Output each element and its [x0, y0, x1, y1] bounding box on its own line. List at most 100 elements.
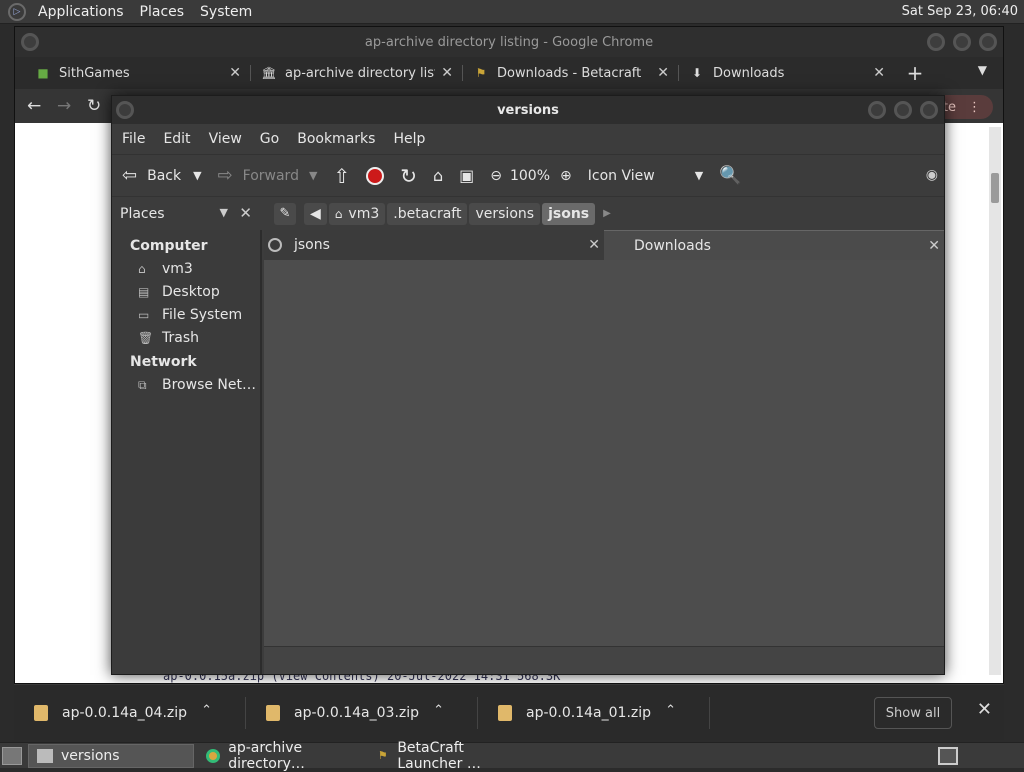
close-tab-icon[interactable]: ✕ — [928, 238, 940, 254]
search-icon[interactable]: 🔍 — [719, 165, 741, 186]
chevron-up-icon[interactable]: ⌃ — [665, 703, 676, 718]
desktop-folder-icon: ▤ — [138, 285, 150, 299]
download-item[interactable]: ap-0.0.14a_01.zip ⌃ — [478, 685, 710, 741]
breadcrumb-versions[interactable]: versions — [469, 202, 541, 225]
minimize-icon[interactable] — [927, 33, 945, 51]
close-side-pane-icon[interactable]: ✕ — [239, 204, 252, 222]
taskbar-item-chrome[interactable]: ap-archive directory… — [198, 740, 364, 772]
file-icon — [266, 704, 280, 721]
computer-icon[interactable]: ▣ — [459, 166, 474, 185]
network-icon: ⧉ — [138, 378, 147, 392]
breadcrumb-left-arrow-icon[interactable]: ◀ — [304, 202, 327, 225]
back-arrow-icon: ⇦ — [122, 165, 138, 186]
minimize-icon[interactable] — [868, 101, 886, 119]
menu-system[interactable]: System — [196, 4, 256, 20]
zoom-control[interactable]: ⊖ 100% ⊕ — [490, 168, 572, 184]
back-arrow-icon[interactable]: ← — [27, 96, 57, 116]
sidebar-item-file-system[interactable]: ▭ File System — [112, 304, 260, 327]
menu-go[interactable]: Go — [260, 131, 279, 147]
tab-label: Downloads — [713, 65, 785, 81]
close-icon[interactable]: ✕ — [977, 699, 992, 720]
reload-icon[interactable]: ↻ — [400, 164, 417, 188]
maximize-icon[interactable] — [894, 101, 912, 119]
side-pane-select[interactable]: Places ▼ ✕ — [118, 201, 256, 226]
close-icon[interactable] — [920, 101, 938, 119]
chrome-titlebar: ap-archive directory listing - Google Ch… — [15, 27, 1003, 57]
tab-close-icon[interactable]: ✕ — [441, 65, 453, 81]
panel-clock[interactable]: Sat Sep 23, 06:40 — [902, 4, 1018, 19]
window-menu-icon[interactable] — [116, 101, 134, 119]
forward-history-dropdown-icon[interactable]: ▼ — [309, 169, 317, 182]
zoom-out-icon[interactable]: ⊖ — [490, 168, 502, 184]
menu-view[interactable]: View — [209, 131, 242, 147]
pane-tab-downloads[interactable]: Downloads ✕ — [604, 230, 944, 260]
sidebar-item-vm3[interactable]: ⌂ vm3 — [112, 258, 260, 281]
tab-close-icon[interactable]: ✕ — [657, 65, 669, 81]
up-arrow-icon[interactable]: ⇧ — [333, 164, 350, 188]
pane-tab-jsons[interactable]: jsons ✕ — [264, 230, 604, 260]
sidebar-item-browse-network[interactable]: ⧉ Browse Net… — [112, 374, 260, 397]
view-mode-select[interactable]: Icon View ▼ — [588, 168, 703, 184]
show-all-button[interactable]: Show all — [874, 697, 952, 729]
new-tab-button[interactable]: + — [901, 61, 929, 85]
maximize-icon[interactable] — [953, 33, 971, 51]
file-view-area[interactable] — [264, 260, 944, 646]
window-menu-icon[interactable] — [21, 33, 39, 51]
chevron-up-icon[interactable]: ⌃ — [433, 703, 444, 718]
menu-bookmarks[interactable]: Bookmarks — [297, 131, 375, 147]
taskbar-item-versions[interactable]: versions — [28, 743, 194, 768]
breadcrumb-jsons[interactable]: jsons — [542, 202, 596, 225]
trash-icon: 🗑 — [138, 331, 154, 345]
edit-location-icon[interactable]: ✎ — [274, 202, 296, 225]
home-folder-icon[interactable]: ⌂ — [433, 166, 443, 185]
taskbar-item-betacraft[interactable]: ⚑ BetaCraft Launcher … — [368, 740, 534, 772]
breadcrumb-betacraft[interactable]: .betacraft — [387, 202, 468, 225]
chevron-up-icon[interactable]: ⌃ — [201, 703, 212, 718]
taskbar-item-label: versions — [61, 747, 120, 764]
menu-help[interactable]: Help — [393, 131, 425, 147]
tab-sithgames[interactable]: ■ SithGames ✕ — [25, 57, 251, 89]
download-item[interactable]: ap-0.0.14a_04.zip ⌃ — [14, 685, 246, 741]
sidebar-heading-network: Network — [130, 354, 197, 370]
location-bar: Places ▼ ✕ ✎ ◀ ⌂ vm3 .betacraft versions… — [112, 196, 944, 230]
breadcrumb-right-arrow-icon[interactable]: ▶ — [597, 203, 617, 225]
tab-close-icon[interactable]: ✕ — [229, 65, 241, 81]
close-icon[interactable] — [979, 33, 997, 51]
menu-places[interactable]: Places — [136, 4, 189, 20]
menu-file[interactable]: File — [122, 131, 145, 147]
sidebar-item-label: File System — [162, 307, 243, 323]
tab-ap-archive[interactable]: 🏛 ap-archive directory listin ✕ — [251, 57, 463, 89]
forward-arrow-icon[interactable]: → — [57, 96, 87, 116]
back-history-dropdown-icon[interactable]: ▼ — [193, 169, 201, 182]
tab-search-chevron-icon[interactable]: ▼ — [978, 63, 987, 77]
show-desktop-icon[interactable] — [2, 746, 22, 765]
tab-betacraft-downloads[interactable]: ⚑ Downloads - Betacraft ✕ — [463, 57, 679, 89]
breadcrumb-vm3[interactable]: ⌂ vm3 — [328, 202, 386, 225]
page-scrollbar[interactable] — [989, 127, 1001, 675]
file-icon — [498, 704, 512, 721]
menu-applications[interactable]: Applications — [34, 4, 128, 20]
file-panes: jsons ✕ Downloads ✕ — [264, 230, 944, 674]
view-mode-label: Icon View — [587, 167, 655, 184]
zoom-in-icon[interactable]: ⊕ — [560, 168, 572, 184]
tab-close-icon[interactable]: ✕ — [873, 65, 885, 81]
breadcrumb: ✎ ◀ ⌂ vm3 .betacraft versions jsons ▶ — [274, 202, 619, 225]
distro-logo-icon[interactable]: ▷ — [8, 2, 26, 21]
menu-edit[interactable]: Edit — [163, 131, 190, 147]
stop-icon[interactable] — [366, 166, 385, 185]
sidebar-item-trash[interactable]: 🗑 Trash — [112, 327, 260, 350]
scrollbar-thumb[interactable] — [991, 173, 999, 203]
home-folder-icon: ⌂ — [138, 262, 146, 276]
pane-tab-label: jsons — [294, 237, 330, 253]
download-item[interactable]: ap-0.0.14a_03.zip ⌃ — [246, 685, 478, 741]
workspace-switcher-icon[interactable] — [938, 747, 958, 765]
close-tab-icon[interactable]: ✕ — [588, 237, 600, 253]
more-menu-icon[interactable]: ⋮ — [968, 100, 981, 115]
home-folder-icon: ⌂ — [334, 206, 343, 221]
tab-downloads[interactable]: ⬇ Downloads ✕ — [679, 57, 895, 89]
forward-button[interactable]: ⇨ Forward ▼ — [218, 165, 318, 186]
back-button[interactable]: ⇦ Back ▼ — [122, 165, 202, 186]
status-bar — [264, 646, 944, 674]
fm-menubar: File Edit View Go Bookmarks Help — [112, 124, 944, 154]
sidebar-item-desktop[interactable]: ▤ Desktop — [112, 281, 260, 304]
